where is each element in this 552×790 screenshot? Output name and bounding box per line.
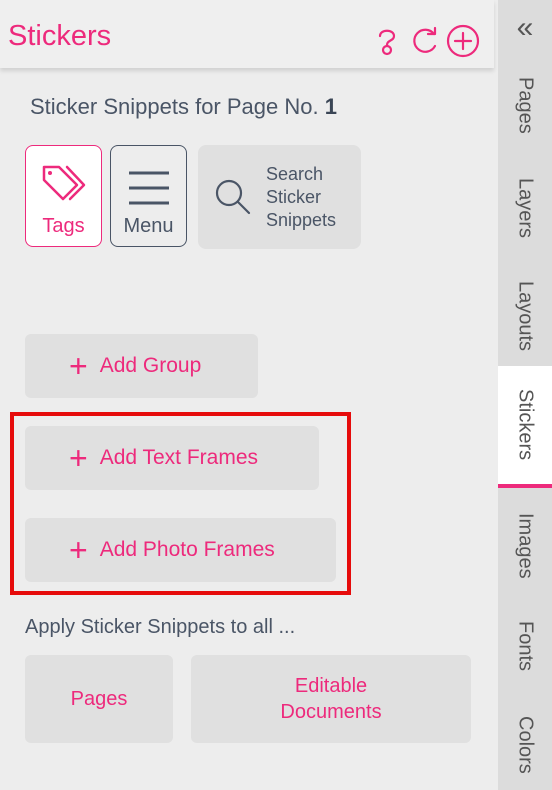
plus-icon: + <box>69 348 88 384</box>
apply-label: Apply Sticker Snippets to all ... <box>25 616 296 638</box>
page-subtitle: Sticker Snippets for Page No. 1 <box>30 94 337 119</box>
tab-fonts[interactable]: Fonts <box>498 606 552 686</box>
side-tab-bar: « Pages Layers Layouts Stickers Images F… <box>498 0 552 790</box>
tags-button[interactable]: Tags <box>25 145 102 247</box>
tags-icon <box>42 165 85 201</box>
hamburger-icon <box>128 171 169 205</box>
apply-editable-documents-button[interactable]: Editable Documents <box>191 655 471 743</box>
tab-pages[interactable]: Pages <box>498 62 552 148</box>
search-icon <box>215 179 251 215</box>
add-text-frames-button[interactable]: + Add Text Frames <box>25 426 319 490</box>
help-icon <box>378 29 396 56</box>
plus-icon: + <box>69 532 88 568</box>
menu-button[interactable]: Menu <box>110 145 187 247</box>
refresh-icon <box>413 26 437 53</box>
search-snippets-button[interactable]: Search Sticker Snippets <box>198 145 361 249</box>
stickers-panel: Stickers Sticker Snippets for Page No. 1… <box>0 0 498 790</box>
tab-layouts[interactable]: Layouts <box>498 266 552 366</box>
tab-stickers[interactable]: Stickers <box>498 366 552 488</box>
add-button[interactable] <box>446 24 480 58</box>
double-chevron-left-icon: « <box>516 11 534 44</box>
add-circle-icon <box>446 24 480 58</box>
tab-layers[interactable]: Layers <box>498 162 552 254</box>
panel-title: Stickers <box>8 20 112 52</box>
tab-images[interactable]: Images <box>498 498 552 594</box>
collapse-button[interactable]: « <box>498 8 552 48</box>
tab-colors[interactable]: Colors <box>498 700 552 790</box>
refresh-button[interactable] <box>408 24 442 58</box>
plus-icon: + <box>69 440 88 476</box>
panel-header: Stickers <box>0 0 494 68</box>
apply-pages-button[interactable]: Pages <box>25 655 173 743</box>
help-button[interactable] <box>370 24 404 58</box>
add-photo-frames-button[interactable]: + Add Photo Frames <box>25 518 336 582</box>
page-number: 1 <box>324 94 337 119</box>
add-group-button[interactable]: + Add Group <box>25 334 258 398</box>
